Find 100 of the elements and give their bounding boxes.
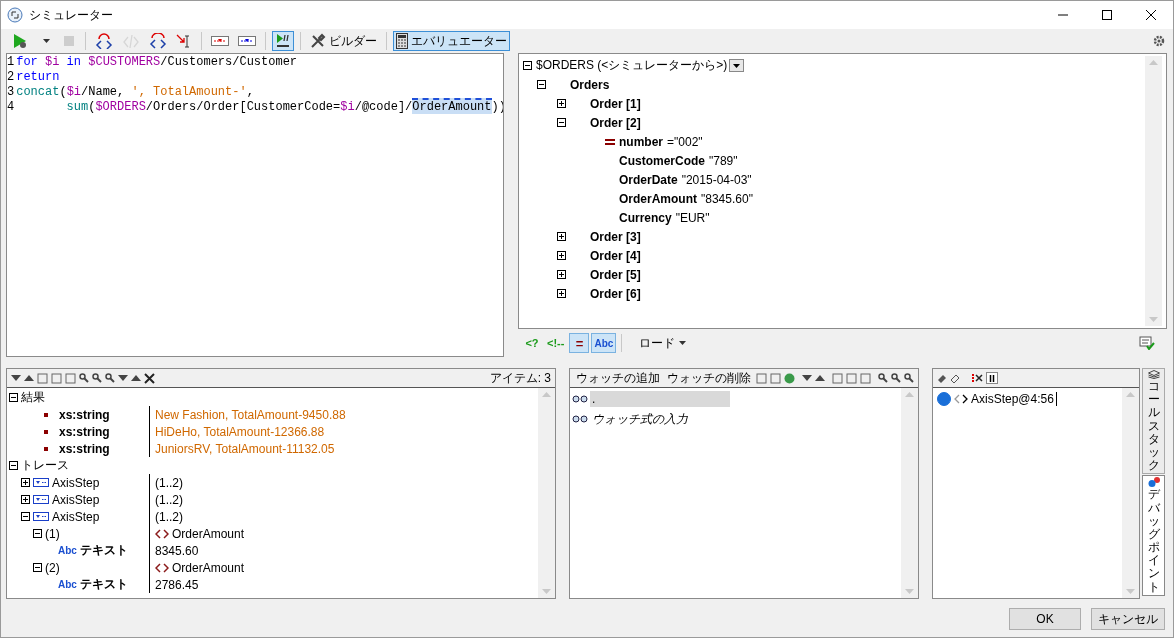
- item-icon: [44, 446, 48, 451]
- add-watch-button[interactable]: ウォッチの追加: [574, 369, 662, 387]
- expand-toggle-icon[interactable]: [557, 270, 566, 279]
- expand-toggle-icon[interactable]: [21, 478, 30, 487]
- find-icon[interactable]: [904, 373, 914, 383]
- sort-down-icon[interactable]: [11, 375, 21, 381]
- tools-icon[interactable]: [310, 33, 326, 49]
- glasses-icon: [572, 395, 588, 403]
- node-value: "EUR": [675, 210, 710, 225]
- text-node-icon: Abc: [58, 579, 77, 590]
- cursor-arrow-icon[interactable]: [176, 33, 192, 49]
- find-icon[interactable]: [92, 373, 102, 383]
- group-label: トレース: [21, 457, 69, 474]
- text-value: 8345.60: [155, 543, 199, 558]
- node-name[interactable]: Order [4]: [590, 248, 641, 263]
- validate-icon[interactable]: [1139, 336, 1155, 350]
- collapse-toggle-icon[interactable]: [523, 61, 532, 70]
- node-name[interactable]: number: [619, 134, 663, 149]
- breakpoint-icon[interactable]: [211, 36, 229, 46]
- node-name[interactable]: Currency: [619, 210, 672, 225]
- load-button[interactable]: ロード: [633, 333, 693, 353]
- index-label: (1): [45, 526, 60, 541]
- collapse-toggle-icon[interactable]: [9, 461, 18, 470]
- element-icon: [155, 528, 169, 539]
- find-icon[interactable]: [878, 373, 888, 383]
- expand-toggle-icon[interactable]: [557, 289, 566, 298]
- sort-down-icon[interactable]: [118, 375, 128, 381]
- find-icon[interactable]: [79, 373, 89, 383]
- watch-expression-field[interactable]: .: [590, 391, 730, 407]
- line-number: 1: [7, 55, 15, 70]
- collapse-toggle-icon[interactable]: [537, 80, 546, 89]
- code-editor[interactable]: 1 2 3 4 for $i in $CUSTOMERS/Customers/Customer return concat($i/Name, ', TotalAmount-', sum($ORDERS/Orders/Order[CustomerCode=$i/@code]/OrderAmount)): [6, 53, 504, 357]
- node-name[interactable]: OrderAmount: [619, 191, 697, 206]
- app-icon: [7, 7, 23, 23]
- node-value: "2015-04-03": [681, 172, 752, 187]
- tracepoint-icon[interactable]: [238, 36, 256, 46]
- index-label: (2): [45, 560, 60, 575]
- sort-up-icon[interactable]: [131, 375, 141, 381]
- maximize-icon[interactable]: [1102, 10, 1112, 20]
- expand-toggle-icon[interactable]: [557, 99, 566, 108]
- item-type: xs:string: [59, 441, 110, 456]
- ok-button[interactable]: OK: [1009, 608, 1081, 630]
- glasses-icon: [572, 415, 588, 423]
- node-name[interactable]: Orders: [570, 77, 610, 92]
- expand-toggle-icon[interactable]: [557, 251, 566, 260]
- caret-icon[interactable]: [42, 39, 50, 43]
- node-name[interactable]: Order [6]: [590, 286, 641, 301]
- stack-icon: [1147, 370, 1160, 379]
- delete-all-icon[interactable]: [972, 373, 983, 383]
- collapse-toggle-icon[interactable]: [21, 512, 30, 521]
- find-icon[interactable]: [105, 373, 115, 383]
- node-name[interactable]: OrderDate: [619, 172, 678, 187]
- caret-icon: [733, 63, 741, 68]
- item-type: xs:string: [59, 407, 110, 422]
- sort-up-icon[interactable]: [24, 375, 34, 381]
- calculator-icon[interactable]: [396, 33, 408, 49]
- node-name[interactable]: Order [1]: [590, 96, 641, 111]
- step-into-icon[interactable]: [95, 33, 113, 49]
- collapse-toggle-icon[interactable]: [33, 563, 42, 572]
- cancel-button[interactable]: キャンセル: [1091, 608, 1165, 630]
- node-name[interactable]: Order [5]: [590, 267, 641, 282]
- pause-icon[interactable]: [986, 372, 998, 384]
- collapse-toggle-icon[interactable]: [9, 393, 18, 402]
- code-line: sum($ORDERS/Orders/Order[CustomerCode=$i/@code]/OrderAmount)): [65, 100, 503, 115]
- close-icon[interactable]: [1146, 10, 1156, 20]
- new-watch-field[interactable]: ウォッチ式の入力: [590, 411, 794, 427]
- sort-down-icon[interactable]: [801, 375, 812, 381]
- breakpoint-dot-icon[interactable]: [937, 392, 951, 406]
- settings-icon[interactable]: [1153, 35, 1165, 47]
- item-icon: [44, 412, 48, 417]
- node-name[interactable]: CustomerCode: [619, 153, 705, 168]
- expand-toggle-icon[interactable]: [557, 232, 566, 241]
- find-icon[interactable]: [891, 373, 901, 383]
- source-variable: $ORDERS (<シミュレーターから>): [536, 57, 728, 74]
- sort-up-icon[interactable]: [814, 375, 825, 381]
- node-value: ="002": [667, 134, 703, 149]
- builder-button[interactable]: ビルダー: [307, 31, 380, 51]
- step-value: (1..2): [155, 475, 183, 490]
- debug-point-label[interactable]: AxisStep@4:56: [971, 392, 1057, 406]
- source-dropdown[interactable]: [729, 59, 745, 72]
- code-line: for $i in $CUSTOMERS/Customers/Customer: [16, 55, 298, 70]
- node-value: "789": [709, 153, 738, 168]
- collapse-toggle-icon[interactable]: [33, 529, 42, 538]
- step-out-icon[interactable]: [149, 33, 167, 49]
- side-tab[interactable]: コールスタック: [1142, 368, 1165, 475]
- filter-toggle[interactable]: =: [569, 333, 590, 353]
- node-name[interactable]: Order [2]: [590, 115, 641, 130]
- node-value: OrderAmount: [172, 560, 245, 575]
- collapse-toggle-icon[interactable]: [557, 118, 566, 127]
- remove-watch-button[interactable]: ウォッチの削除: [665, 369, 753, 387]
- node-name[interactable]: Order [3]: [590, 229, 641, 244]
- evaluator-button[interactable]: エバリュエーター: [393, 31, 510, 51]
- step-mode-icon[interactable]: [275, 33, 291, 49]
- side-tab[interactable]: デバッグポイント: [1142, 475, 1165, 596]
- debug-points-icon: [1147, 477, 1160, 488]
- text-node-icon: Abc: [58, 545, 77, 556]
- expand-toggle-icon[interactable]: [21, 495, 30, 504]
- clear-icon[interactable]: [144, 372, 155, 384]
- element-icon: [954, 394, 968, 404]
- filter-toggle[interactable]: Abc: [591, 333, 617, 353]
